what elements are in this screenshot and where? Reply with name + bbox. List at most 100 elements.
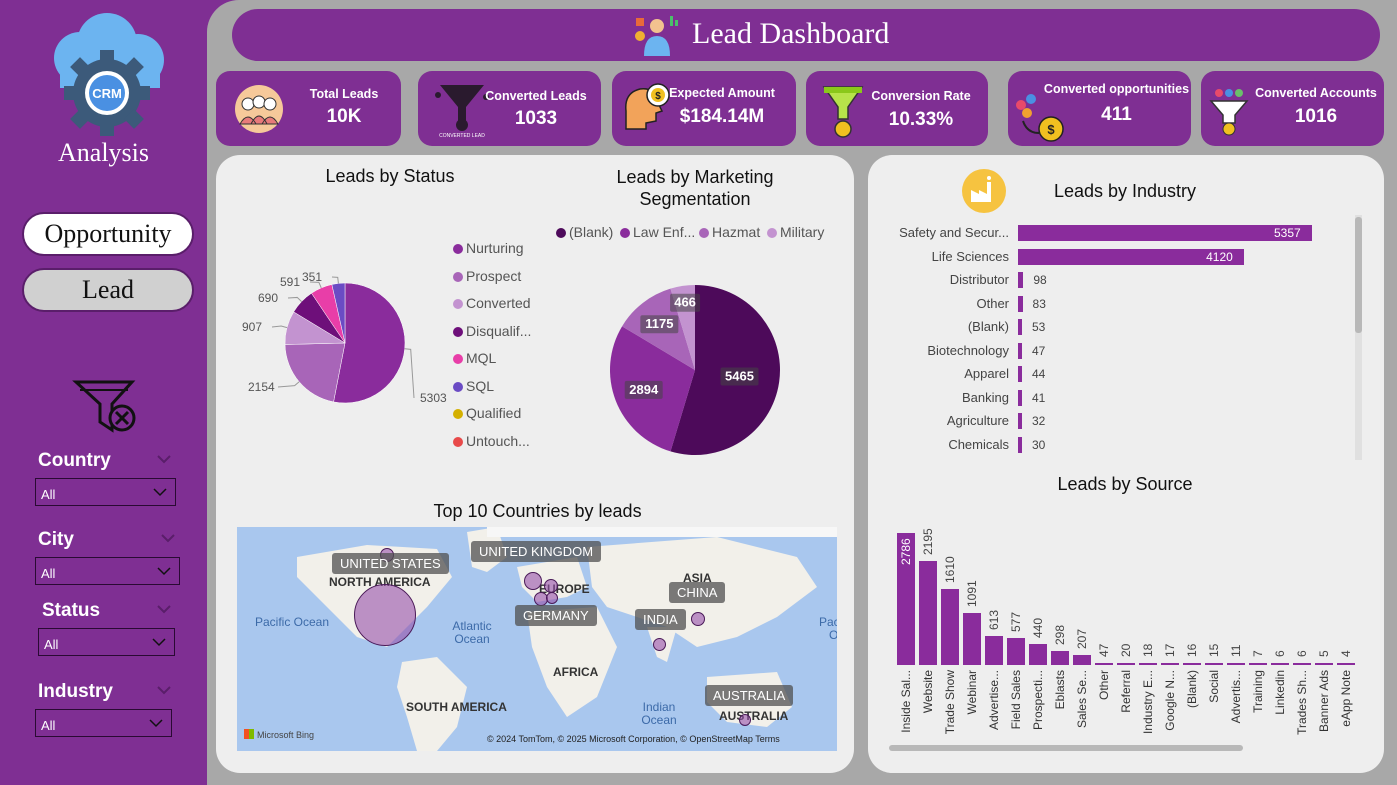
bar[interactable] [1161, 663, 1179, 665]
bar[interactable] [1029, 644, 1047, 665]
leads-by-segmentation-pie[interactable]: 5465 2894 1175466 [600, 276, 790, 466]
legend-item[interactable]: Converted [453, 295, 531, 311]
bar[interactable] [1018, 295, 1023, 312]
legend-item[interactable]: Nurturing [453, 240, 524, 256]
bar[interactable] [1018, 342, 1022, 359]
bar[interactable] [963, 613, 981, 665]
bar[interactable] [1018, 225, 1312, 241]
bar[interactable] [1018, 436, 1022, 453]
map-bubble-china[interactable] [691, 612, 705, 626]
legend-marker [453, 436, 463, 447]
bar[interactable] [1315, 663, 1333, 665]
bar-category-label: Advertise... [987, 670, 1001, 731]
legend-item[interactable]: MQL [453, 350, 496, 366]
status-slicer[interactable]: All [38, 628, 175, 656]
kpi-title: Total Leads [309, 87, 379, 101]
bar-category-label: Distributor [949, 272, 1009, 287]
bar-data-label: 20 [1119, 643, 1133, 657]
legend-item[interactable]: Prospect [453, 268, 521, 284]
map-bubble-united-states[interactable] [354, 584, 416, 646]
bar[interactable] [1205, 663, 1223, 665]
bar-data-label: 298 [1053, 624, 1067, 645]
legend-item[interactable]: (Blank) [556, 224, 613, 240]
header-bar: Lead Dashboard [232, 9, 1380, 61]
legend-item[interactable]: SQL [453, 378, 494, 394]
kpi-title: Converted Accounts [1255, 86, 1377, 100]
chevron-down-icon[interactable] [157, 685, 171, 695]
crm-cloud-gear-logo: CRM [54, 13, 164, 136]
legend-item[interactable]: Disqualif... [453, 323, 531, 339]
bar-data-label: 11 [1229, 644, 1243, 657]
kpi-expected-amount: $ Expected Amount $184.14M [612, 71, 796, 146]
bar[interactable] [1183, 663, 1201, 665]
map-bubble[interactable] [544, 579, 558, 593]
opportunity-nav-button[interactable]: Opportunity [22, 212, 194, 256]
bar[interactable] [1007, 637, 1025, 665]
map-tag-germany: GERMANY [515, 605, 597, 626]
bar[interactable] [941, 588, 959, 665]
legend-item[interactable]: Qualified [453, 405, 521, 421]
bar[interactable] [1293, 663, 1311, 665]
bar-category-label: Life Sciences [931, 248, 1009, 264]
industry-slicer[interactable]: All [35, 709, 172, 737]
map-tag-australia: AUSTRALIA [705, 685, 794, 706]
country-slicer[interactable]: All [35, 478, 176, 506]
chevron-down-icon[interactable] [161, 533, 175, 543]
legend-marker [453, 354, 463, 364]
kpi-title: Converted Leads [485, 89, 587, 103]
map-title: Top 10 Countries by leads [433, 501, 642, 521]
city-slicer[interactable]: All [35, 557, 180, 585]
chevron-down-icon[interactable] [157, 454, 171, 464]
clear-filter-icon[interactable] [72, 378, 138, 438]
bar[interactable] [1095, 662, 1113, 665]
bar[interactable] [1271, 663, 1289, 665]
industry-scrollbar-track[interactable] [1355, 215, 1362, 460]
bar[interactable] [919, 561, 937, 665]
kpi-title: Conversion Rate [871, 89, 971, 103]
region-label: AFRICA [553, 665, 599, 679]
source-scrollbar[interactable] [889, 745, 1243, 751]
countries-map[interactable]: Pacific Ocean Atlantic Ocean Indian Ocea… [237, 527, 837, 751]
bar-data-label: 5357 [1274, 226, 1301, 240]
bar[interactable] [1117, 663, 1135, 665]
city-slicer-label: City [38, 529, 74, 550]
legend-item[interactable]: Military [767, 224, 824, 240]
leads-by-status-pie[interactable]: 5303 2154 907 690591 351 [230, 255, 450, 425]
status-slicer-value: All [44, 637, 59, 652]
bar[interactable] [1018, 272, 1024, 288]
bar-category-label: Other [976, 295, 1009, 311]
bar[interactable] [1139, 663, 1157, 665]
legend-label: Qualified [466, 405, 522, 421]
map-bubble-india[interactable] [653, 638, 666, 651]
bar[interactable] [1073, 655, 1091, 665]
bar[interactable] [985, 635, 1003, 665]
dashboard-person-icon [635, 16, 678, 56]
map-bubble[interactable] [546, 592, 558, 604]
bar[interactable] [1018, 389, 1022, 406]
bar[interactable] [1051, 650, 1069, 665]
bar-category-label: Social [1207, 670, 1221, 703]
chevron-down-icon[interactable] [157, 604, 171, 614]
pie-leader-line [277, 381, 300, 388]
leads-by-industry-title: Leads by Industry [1053, 181, 1197, 201]
bar[interactable] [1249, 663, 1267, 665]
bar[interactable] [1018, 366, 1022, 382]
bar[interactable] [1018, 319, 1022, 335]
map-attribution[interactable]: © 2024 TomTom, © 2025 Microsoft Corporat… [487, 734, 780, 744]
industry-scrollbar-thumb[interactable] [1355, 217, 1362, 333]
industry-slicer-value: All [41, 718, 56, 733]
legend-marker [620, 228, 630, 238]
legend-marker [453, 381, 463, 392]
bar[interactable] [1018, 413, 1022, 429]
bar-data-label: 32 [1032, 414, 1046, 428]
country-slicer-label: Country [38, 450, 111, 471]
legend-item[interactable]: Untouch... [453, 433, 530, 449]
bar[interactable] [1227, 663, 1245, 665]
map-bubble-australia[interactable] [739, 714, 751, 726]
map-bubble-united-kingdom[interactable] [524, 572, 542, 590]
lead-nav-button[interactable]: Lead [22, 268, 194, 312]
bar-data-label: 47 [1097, 643, 1111, 657]
legend-item[interactable]: Hazmat [699, 224, 760, 240]
bar[interactable] [1337, 663, 1355, 665]
legend-item[interactable]: Law Enf... [620, 224, 695, 240]
